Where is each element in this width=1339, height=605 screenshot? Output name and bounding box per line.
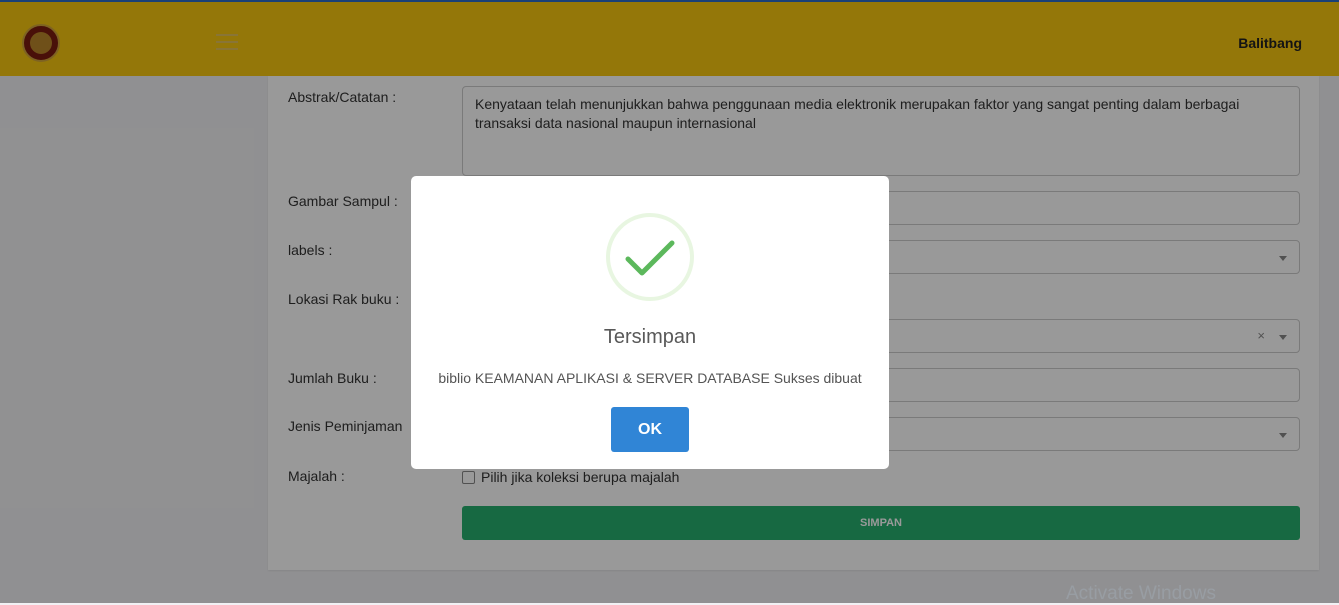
success-check-icon (606, 213, 694, 301)
ok-button[interactable]: OK (611, 407, 689, 452)
success-dialog: Tersimpan biblio KEAMANAN APLIKASI & SER… (411, 176, 889, 469)
activate-windows-watermark: Activate Windows (1066, 583, 1216, 604)
dialog-title: Tersimpan (603, 326, 697, 348)
dialog-message: biblio KEAMANAN APLIKASI & SERVER DATABA… (438, 370, 862, 386)
